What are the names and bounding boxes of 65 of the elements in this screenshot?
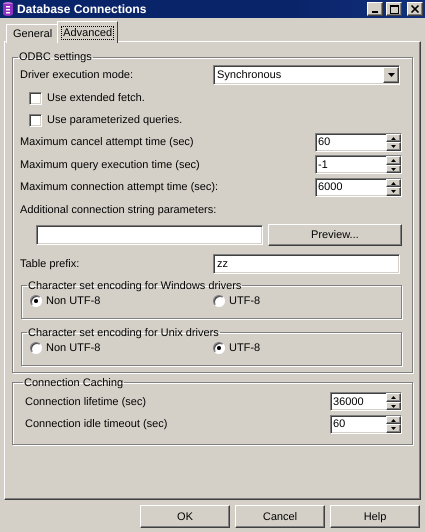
up-arrow-icon <box>391 396 396 399</box>
checkbox-option[interactable]: Use parameterized queries. <box>20 109 182 131</box>
tab[interactable]: General <box>6 24 60 43</box>
group-title: Character set encoding for Windows drivers <box>27 280 242 292</box>
text-field[interactable]: zz <box>213 254 400 274</box>
down-arrow-icon <box>391 168 396 170</box>
number-field[interactable]: 60 <box>315 132 402 152</box>
down-arrow-icon <box>391 190 396 193</box>
spin-down-button[interactable] <box>386 424 401 433</box>
group-title: Connection Caching <box>23 376 124 388</box>
spin-down-button[interactable] <box>386 142 401 151</box>
dropdown-button[interactable] <box>383 67 399 83</box>
minimize-button[interactable] <box>367 2 383 16</box>
radio-button[interactable] <box>213 295 225 307</box>
text-field[interactable] <box>36 225 263 245</box>
checkbox[interactable] <box>29 92 42 104</box>
radio-button[interactable] <box>213 342 225 354</box>
close-icon <box>411 5 419 13</box>
field-label: Additional connection string parameters: <box>20 204 216 216</box>
radio-option[interactable]: UTF-8 <box>213 342 393 354</box>
dialog-button[interactable]: OK <box>140 505 230 528</box>
radio-option[interactable]: Non UTF-8 <box>30 342 213 354</box>
dialog-button[interactable]: Help <box>330 505 420 528</box>
down-arrow-icon <box>388 73 394 77</box>
radio-button[interactable] <box>30 342 42 354</box>
field-label: Connection lifetime (sec) <box>25 396 148 408</box>
down-arrow-icon <box>391 427 396 430</box>
down-arrow-icon <box>391 404 396 408</box>
radio-option[interactable]: Non UTF-8 <box>30 295 213 307</box>
number-field[interactable]: 6000 <box>315 178 402 197</box>
up-arrow-icon <box>391 136 396 140</box>
maximize-icon <box>390 4 398 14</box>
field-label: Connection idle timeout (sec) <box>25 418 168 430</box>
group-title: ODBC settings <box>18 51 93 63</box>
up-arrow-icon <box>391 159 396 162</box>
checkbox-option[interactable]: Use extended fetch. <box>20 87 145 109</box>
spin-down-button[interactable] <box>386 187 401 196</box>
spin-up-button[interactable] <box>386 156 401 165</box>
number-field[interactable]: 36000 <box>330 392 402 412</box>
number-field[interactable]: -1 <box>315 155 402 174</box>
window-title: Database Connections <box>17 2 148 16</box>
field-label: Driver execution mode: <box>20 69 134 81</box>
down-arrow-icon <box>391 145 396 148</box>
field-label: Maximum cancel attempt time (sec) <box>20 136 195 148</box>
up-arrow-icon <box>391 182 396 184</box>
radio-option[interactable]: UTF-8 <box>213 295 393 307</box>
dropdown[interactable]: Synchronous <box>213 65 400 85</box>
spin-up-button[interactable] <box>386 178 401 188</box>
preview-button[interactable]: Preview... <box>268 224 402 246</box>
spin-up-button[interactable] <box>386 134 401 142</box>
checkbox[interactable] <box>29 114 42 126</box>
field-label: Maximum query execution time (sec) <box>20 158 201 171</box>
spin-up-button[interactable] <box>386 416 401 424</box>
tab[interactable]: Advanced <box>57 21 118 43</box>
maximize-button[interactable] <box>386 2 402 16</box>
radio-button[interactable] <box>30 295 42 307</box>
dialog-button[interactable]: Cancel <box>235 505 325 528</box>
close-button[interactable] <box>407 2 423 16</box>
field-label: Maximum connection attempt time (sec): <box>20 181 220 194</box>
spin-up-button[interactable] <box>386 393 401 402</box>
database-icon <box>2 1 14 17</box>
up-arrow-icon <box>391 418 396 422</box>
field-label: Table prefix: <box>20 258 80 270</box>
group-title: Character set encoding for Unix drivers <box>27 326 220 338</box>
number-field[interactable]: 60 <box>330 414 402 434</box>
